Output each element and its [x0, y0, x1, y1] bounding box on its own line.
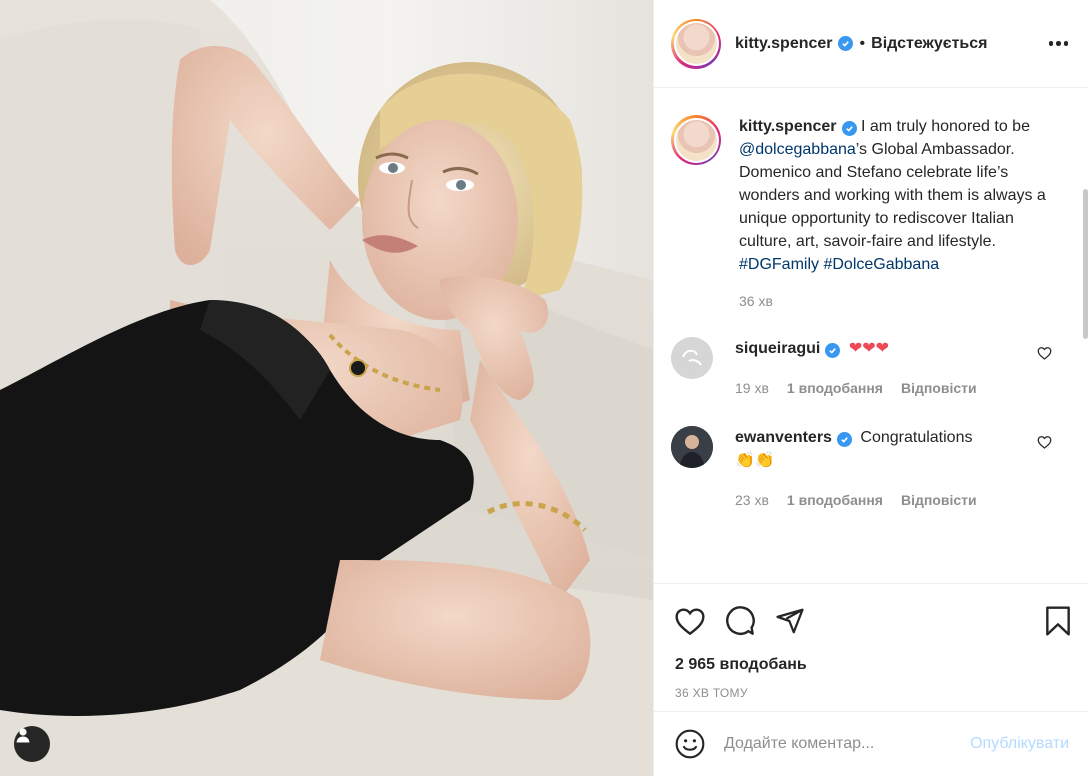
share-button[interactable] [774, 606, 806, 636]
comment-emoji: 👏👏 [735, 452, 775, 469]
likes-count[interactable]: 2 965 вподобань [654, 644, 1088, 674]
reply-button[interactable]: Відповісти [901, 489, 977, 512]
like-button[interactable] [674, 606, 706, 636]
more-options-button[interactable] [1045, 37, 1073, 50]
bookmark-icon [1046, 606, 1070, 636]
post-actions: 2 965 вподобань 36 хв тому [654, 583, 1088, 700]
comment-like-button[interactable] [1037, 346, 1052, 365]
comment-input[interactable] [724, 735, 924, 753]
follow-status-button[interactable]: Відстежується [871, 35, 987, 53]
comment-time[interactable]: 19 хв [735, 377, 769, 400]
post-caption: kitty.spencer I am truly honored to be @… [654, 89, 1088, 313]
heart-icon [675, 608, 705, 636]
commenter-username[interactable]: ewanventers [735, 429, 832, 446]
verified-badge-icon [825, 343, 841, 358]
comment-time[interactable]: 23 хв [735, 489, 769, 512]
tag-user-button[interactable] [14, 726, 50, 762]
post-image [0, 0, 653, 776]
comment-icon [726, 606, 755, 635]
verified-badge-icon [836, 432, 852, 447]
post-header: kitty.spencer • Відстежується [654, 0, 1088, 88]
heart-icon [1037, 436, 1052, 449]
scrollbar[interactable] [1083, 189, 1088, 339]
mention-link[interactable]: @dolcegabbana [739, 141, 856, 158]
caption-text: I am truly honored to be [860, 118, 1030, 135]
reply-button[interactable]: Відповісти [901, 377, 977, 400]
verified-badge-icon [837, 36, 853, 51]
emoji-button[interactable] [674, 728, 706, 760]
post-side-panel: kitty.spencer • Відстежується kitty.spen… [653, 0, 1088, 776]
comment-item: ewanventers Congratulations 👏👏 23 хв 1 в… [654, 426, 1088, 512]
add-comment-form: Опублікувати [654, 711, 1088, 776]
post-timestamp[interactable]: 36 хв тому [654, 674, 1088, 700]
comment-text: ❤❤❤ [848, 340, 890, 357]
author-username[interactable]: kitty.spencer [735, 35, 833, 53]
emoji-icon [675, 729, 705, 759]
author-avatar[interactable] [671, 18, 721, 69]
caption-author-avatar[interactable] [671, 115, 721, 165]
commenter-avatar[interactable] [671, 426, 713, 468]
comment-item: siqueiragui ❤❤❤ 19 хв 1 вподобання Відпо… [654, 337, 1088, 400]
save-button[interactable] [1043, 605, 1073, 637]
commenter-avatar[interactable] [671, 337, 713, 379]
share-icon [776, 608, 804, 634]
comment-button[interactable] [724, 605, 756, 637]
commenter-username[interactable]: siqueiragui [735, 340, 820, 357]
verified-badge-icon [841, 121, 857, 136]
comment-text: Congratulations [860, 429, 973, 446]
hashtag-link[interactable]: #DolceGabbana [823, 256, 939, 273]
comment-likes[interactable]: 1 вподобання [787, 377, 883, 400]
comment-like-button[interactable] [1037, 435, 1052, 454]
publish-button[interactable]: Опублікувати [970, 735, 1069, 753]
comment-meta: 19 хв 1 вподобання Відповісти [735, 377, 1025, 400]
comments-list[interactable]: kitty.spencer I am truly honored to be @… [654, 89, 1088, 583]
comment-likes[interactable]: 1 вподобання [787, 489, 883, 512]
separator-dot: • [859, 34, 866, 52]
caption-time[interactable]: 36 хв [739, 290, 1049, 313]
hashtag-link[interactable]: #DGFamily [739, 256, 819, 273]
more-options-icon [1048, 41, 1053, 46]
post-photo[interactable] [0, 0, 653, 776]
user-tag-icon [16, 728, 30, 743]
heart-icon [1037, 347, 1052, 360]
caption-author-username[interactable]: kitty.spencer [739, 118, 837, 135]
comment-meta: 23 хв 1 вподобання Відповісти [735, 489, 1025, 512]
